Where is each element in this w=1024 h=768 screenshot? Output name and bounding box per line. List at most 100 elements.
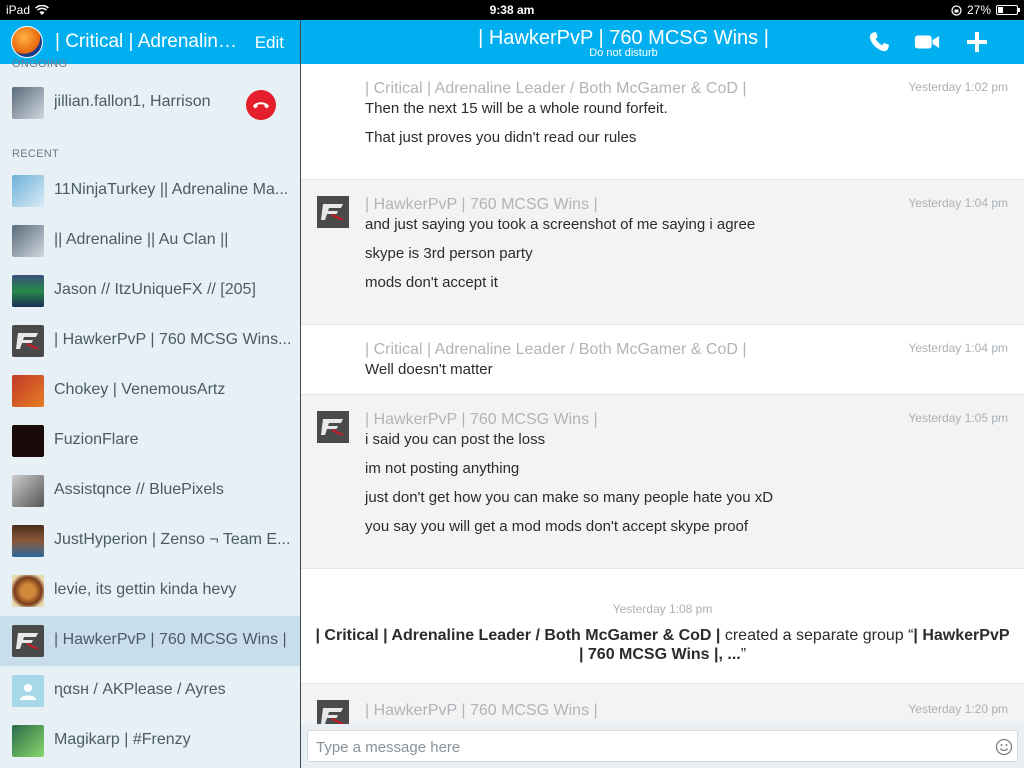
- message-time: Yesterday 1:04 pm: [908, 341, 1008, 355]
- message-text[interactable]: That just proves you didn't read our rul…: [365, 129, 636, 146]
- contact-name: | HawkerPvP | 760 MCSG Wins...: [54, 331, 292, 348]
- message-text[interactable]: mods don't accept it: [365, 274, 498, 291]
- end-call-icon: [253, 102, 269, 109]
- chat-header: | HawkerPvP | 760 MCSG Wins | Do not dis…: [301, 20, 1024, 64]
- sender-avatar[interactable]: [317, 411, 349, 443]
- avatar: [12, 375, 44, 407]
- contact-item[interactable]: Assistqnce // BluePixels: [0, 466, 300, 516]
- sender-name: | HawkerPvP | 760 MCSG Wins |: [365, 196, 598, 213]
- contact-item[interactable]: JustHyperion | Zenso ¬ Team E...: [0, 516, 300, 566]
- emoji-icon[interactable]: [995, 738, 1013, 756]
- message-text[interactable]: im not posting anything: [365, 460, 519, 477]
- sender-name: | HawkerPvP | 760 MCSG Wins |: [365, 702, 598, 719]
- contact-name: FuzionFlare: [54, 431, 139, 448]
- contact-name: ɳαsн / AKPlease / Ayres: [54, 681, 226, 698]
- message-group: | HawkerPvP | 760 MCSG Wins | Yesterday …: [301, 684, 1024, 724]
- ongoing-call-item[interactable]: jillian.fallon1, Harrison: [0, 78, 300, 128]
- message-time: Yesterday 1:04 pm: [908, 196, 1008, 210]
- message-time: Yesterday 1:05 pm: [908, 411, 1008, 425]
- sender-name: | Critical | Adrenaline Leader / Both Mc…: [365, 80, 747, 97]
- avatar: [12, 87, 44, 119]
- contact-item[interactable]: Jason // ItzUniqueFX // [205]: [0, 266, 300, 316]
- avatar: [12, 325, 44, 357]
- message-group: | HawkerPvP | 760 MCSG Wins | Yesterday 1…: [301, 180, 1024, 325]
- avatar: [12, 475, 44, 507]
- contact-name: Assistqnce // BluePixels: [54, 481, 224, 498]
- contact-item[interactable]: || Adrenaline || Au Clan ||: [0, 216, 300, 266]
- section-label-recent: RECENT: [12, 148, 60, 160]
- conversation-sidebar: | Critical | Adrenaline Leader / Both Mc…: [0, 20, 300, 768]
- add-participant-button[interactable]: [964, 30, 990, 54]
- contact-item[interactable]: levie, its gettin kinda hevy: [0, 566, 300, 616]
- clock: 9:38 am: [489, 3, 535, 17]
- message-text[interactable]: Well doesn't matter: [365, 361, 493, 378]
- contact-name: | HawkerPvP | 760 MCSG Wins |: [54, 631, 287, 648]
- message-time: Yesterday 1:20 pm: [908, 702, 1008, 716]
- compose-bar: [301, 724, 1024, 768]
- contact-item[interactable]: ɳαsн / AKPlease / Ayres: [0, 666, 300, 716]
- message-input[interactable]: [316, 737, 976, 757]
- contact-name: jillian.fallon1, Harrison: [54, 93, 211, 110]
- contact-item[interactable]: Magikarp | #Frenzy: [0, 716, 300, 766]
- avatar: [12, 725, 44, 757]
- system-message-text: | Critical | Adrenaline Leader / Both Mc…: [315, 627, 1010, 663]
- system-message-time: Yesterday 1:08 pm: [612, 602, 713, 616]
- avatar: [12, 625, 44, 657]
- my-avatar[interactable]: [11, 26, 43, 58]
- contact-item[interactable]: FuzionFlare: [0, 416, 300, 466]
- call-button[interactable]: [866, 30, 892, 54]
- avatar: [12, 675, 44, 707]
- faze-logo-icon: [16, 333, 40, 349]
- add-icon: [967, 32, 987, 52]
- message-text[interactable]: and just saying you took a screenshot of…: [365, 216, 755, 233]
- phone-icon: [869, 32, 889, 52]
- my-profile-name[interactable]: | Critical | Adrenaline Leader / Both Mc…: [55, 31, 245, 53]
- message-time: Yesterday 1:02 pm: [908, 80, 1008, 94]
- system-message: Yesterday 1:08 pm | Critical | Adrenalin…: [301, 586, 1024, 684]
- status-bar: iPad 9:38 am 27%: [0, 0, 1024, 20]
- contact-name: || Adrenaline || Au Clan ||: [54, 231, 229, 248]
- video-call-button[interactable]: [914, 30, 940, 54]
- contact-item[interactable]: 11NinjaTurkey || Adrenaline Ma...: [0, 166, 300, 216]
- contact-item[interactable]: | HawkerPvP | 760 MCSG Wins...: [0, 316, 300, 366]
- contact-name: JustHyperion | Zenso ¬ Team E...: [54, 531, 291, 548]
- video-icon: [914, 35, 940, 49]
- avatar: [12, 525, 44, 557]
- message-text[interactable]: skype is 3rd person party: [365, 245, 533, 262]
- contact-name: 11NinjaTurkey || Adrenaline Ma...: [54, 181, 289, 198]
- message-group: | Critical | Adrenaline Leader / Both Mc…: [301, 64, 1024, 180]
- message-text[interactable]: i said you can post the loss: [365, 431, 545, 448]
- edit-button[interactable]: Edit: [255, 33, 284, 53]
- avatar: [12, 275, 44, 307]
- contact-name: Magikarp | #Frenzy: [54, 731, 191, 748]
- battery-icon: [996, 5, 1020, 15]
- faze-logo-icon: [16, 633, 40, 649]
- contact-item[interactable]: Chokey | VenemousArtz: [0, 366, 300, 416]
- faze-logo-icon: [321, 204, 345, 220]
- battery-percent: 27%: [966, 3, 991, 17]
- message-group: | Critical | Adrenaline Leader / Both Mc…: [301, 325, 1024, 395]
- contact-item[interactable]: | HawkerPvP | 760 MCSG Wins |: [0, 616, 300, 666]
- rotation-lock-icon: [951, 4, 962, 16]
- faze-logo-icon: [321, 708, 345, 724]
- sender-name: | Critical | Adrenaline Leader / Both Mc…: [365, 341, 747, 358]
- sender-avatar[interactable]: [317, 196, 349, 228]
- default-person-icon: [20, 684, 36, 700]
- end-call-button[interactable]: [246, 90, 276, 120]
- contact-name: Chokey | VenemousArtz: [54, 381, 226, 398]
- avatar: [12, 425, 44, 457]
- contact-name: Jason // ItzUniqueFX // [205]: [54, 281, 256, 298]
- avatar: [12, 575, 44, 607]
- sender-avatar[interactable]: [317, 700, 349, 724]
- message-text[interactable]: you say you will get a mod mods don't ac…: [365, 518, 748, 535]
- message-group: | HawkerPvP | 760 MCSG Wins | Yesterday 1…: [301, 395, 1024, 569]
- message-input-box: [307, 730, 1018, 762]
- chat-status: Do not disturb: [589, 47, 658, 59]
- message-text[interactable]: Then the next 15 will be a whole round f…: [365, 100, 668, 117]
- sender-name: | HawkerPvP | 760 MCSG Wins |: [365, 411, 598, 428]
- message-list[interactable]: | Critical | Adrenaline Leader / Both Mc…: [301, 64, 1024, 724]
- message-text[interactable]: just don't get how you can make so many …: [365, 489, 773, 506]
- avatar: [12, 175, 44, 207]
- contact-name: levie, its gettin kinda hevy: [54, 581, 237, 598]
- avatar: [12, 225, 44, 257]
